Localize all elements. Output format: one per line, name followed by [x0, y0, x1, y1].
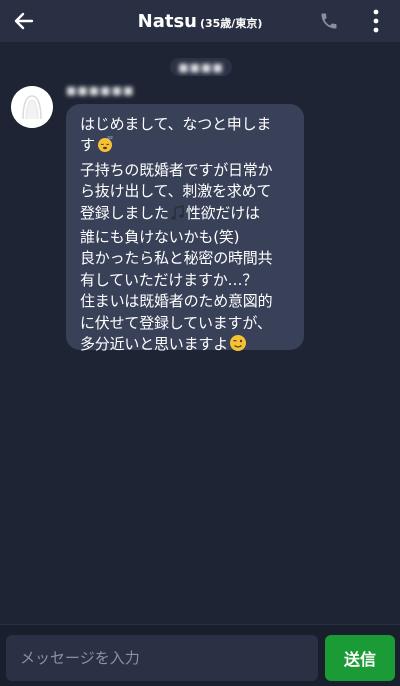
more-vertical-icon: [373, 9, 379, 33]
send-button[interactable]: 送信: [325, 635, 395, 681]
chat-screen: Natsu (35歳/東京) ■■■■ ■■■■■■ はじめまして、なつと申しま…: [0, 0, 400, 686]
sender-name: ■■■■■■: [66, 84, 135, 97]
menu-button[interactable]: [364, 6, 388, 36]
message-line: 登録しました 性欲だけは: [80, 203, 296, 227]
chat-title: Natsu (35歳/東京): [90, 0, 310, 42]
message-composer: 送信: [0, 624, 400, 686]
default-avatar-icon: [11, 86, 53, 128]
message-line: 誰にも負けないかも(笑): [80, 228, 240, 247]
message-bubble[interactable]: はじめまして、なつと申しま す zzz 子持ちの既婚者ですが日常か ら抜け出して、…: [66, 104, 304, 353]
message-line: 有していただけますか…？: [80, 270, 258, 289]
message-line: 多分近いと思いますよ: [80, 334, 296, 358]
phone-icon: [321, 13, 337, 29]
message-line: 住まいは既婚者のため意図的: [80, 292, 273, 311]
music-notes-icon: [170, 204, 186, 227]
chat-header: Natsu (35歳/東京): [0, 0, 400, 42]
message-line: 子持ちの既婚者ですが日常か: [80, 160, 273, 179]
svg-text:zzz: zzz: [107, 135, 113, 140]
message-line: はじめまして、なつと申しま: [80, 115, 272, 133]
back-button[interactable]: [10, 7, 38, 35]
call-button[interactable]: [316, 8, 342, 34]
message-line: 良かったら私と秘密の時間共: [80, 249, 273, 268]
date-label: ■■■■: [178, 60, 224, 74]
message-line: す zzz: [80, 135, 296, 159]
message-line: に伏せて登録していますが、: [80, 313, 272, 332]
arrow-left-icon: [14, 12, 34, 30]
message-input[interactable]: [6, 635, 318, 681]
contact-info: (35歳/東京): [199, 16, 263, 30]
contact-name: Natsu: [137, 10, 197, 32]
winking-face-icon: [229, 334, 247, 358]
avatar[interactable]: [11, 86, 53, 128]
message-line: ら抜け出して、刺激を求めて: [80, 182, 272, 201]
date-divider: ■■■■: [170, 58, 232, 76]
sleeping-face-icon: zzz: [96, 135, 114, 159]
